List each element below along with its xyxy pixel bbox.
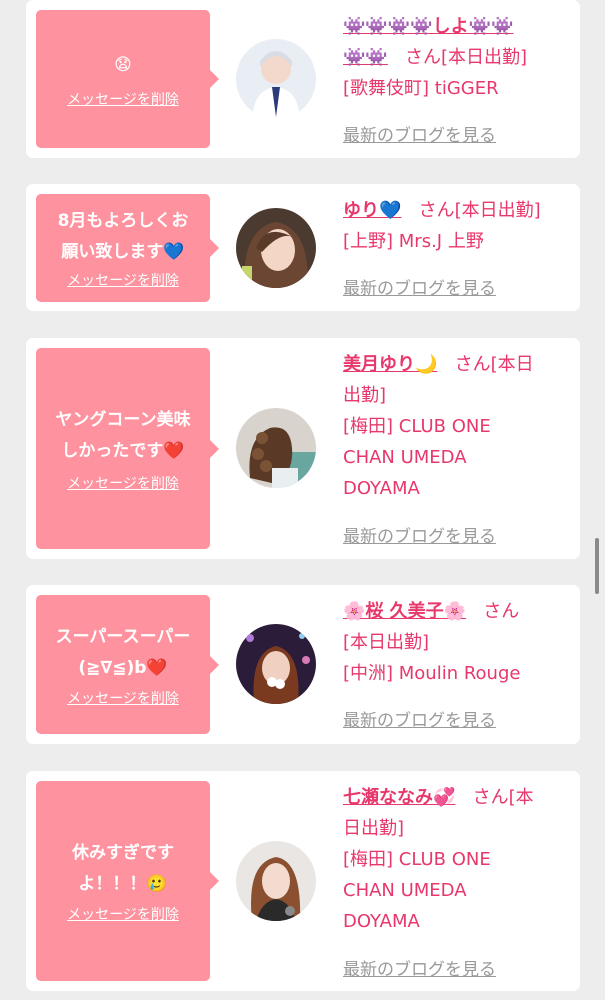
message-text: ヤングコーン美味 しかったです❤️ — [55, 409, 191, 461]
message-card: 休みすぎです よ！！！🥲 メッセージを削除 七瀬ななみ💞 さん[本 日出勤] [… — [26, 771, 580, 991]
cast-info: 👾👾👾👾しよ👾👾 👾👾 さん[本日出勤] [歌舞伎町] tiGGER — [343, 11, 571, 104]
shop-name: [梅田] CLUB ONE — [343, 849, 491, 870]
delete-message-link[interactable]: メッセージを削除 — [67, 270, 179, 290]
attendance-status: さん[本日出勤] — [405, 47, 528, 68]
avatar[interactable] — [236, 208, 316, 288]
attendance-status: さん[本日出勤] — [418, 200, 541, 221]
cast-name[interactable]: 美月ゆり🌙 — [343, 354, 437, 375]
message-text: 休みすぎです よ！！！🥲 — [72, 843, 174, 894]
message-bubble: 8月もよろしくお 願い致します💙 メッセージを削除 — [36, 194, 219, 302]
cast-info: 美月ゆり🌙 さん[本日 出勤] [梅田] CLUB ONE CHAN UMEDA… — [343, 349, 571, 504]
message-text: スーパースーパー (≧∇≦)b❤️ — [55, 626, 191, 678]
message-card: 😧 メッセージを削除 👾👾👾👾しよ👾👾 👾👾 さん[本日出勤] [歌舞伎町] t… — [26, 0, 580, 158]
shop-name: [中洲] Moulin Rouge — [343, 663, 521, 684]
cast-info: 🌸桜 久美子🌸 さん [本日出勤] [中洲] Moulin Rouge — [343, 596, 571, 689]
latest-blog-link[interactable]: 最新のブログを見る — [343, 706, 496, 731]
cast-info: 七瀬ななみ💞 さん[本 日出勤] [梅田] CLUB ONE CHAN UMED… — [343, 782, 571, 937]
message-card: ヤングコーン美味 しかったです❤️ メッセージを削除 美月ゆり🌙 さん[本日 出… — [26, 338, 580, 559]
attendance-status-cont: [本日出勤] — [343, 632, 430, 653]
message-bubble: 休みすぎです よ！！！🥲 メッセージを削除 — [36, 781, 219, 981]
avatar[interactable] — [236, 841, 316, 921]
shop-name: [歌舞伎町] tiGGER — [343, 78, 499, 99]
message-bubble: 😧 メッセージを削除 — [36, 10, 219, 148]
latest-blog-link[interactable]: 最新のブログを見る — [343, 955, 496, 980]
avatar[interactable] — [236, 408, 316, 488]
message-text: 8月もよろしくお 願い致します💙 — [57, 211, 189, 262]
avatar[interactable] — [236, 624, 316, 704]
attendance-status-cont: 出勤] — [343, 385, 387, 406]
latest-blog-link[interactable]: 最新のブログを見る — [343, 274, 496, 299]
avatar[interactable] — [236, 39, 316, 119]
shop-name: [上野] Mrs.J 上野 — [343, 231, 484, 252]
attendance-status: さん[本 — [472, 787, 534, 808]
cast-name[interactable]: ゆり💙 — [343, 200, 401, 221]
shop-name-cont: DOYAMA — [343, 911, 420, 932]
shop-name-cont: CHAN UMEDA — [343, 880, 467, 901]
attendance-status: さん — [483, 601, 520, 622]
delete-message-link[interactable]: メッセージを削除 — [67, 688, 179, 708]
message-card: 8月もよろしくお 願い致します💙 メッセージを削除 ゆり💙 さん[本日出勤] [… — [26, 184, 580, 311]
message-bubble: ヤングコーン美味 しかったです❤️ メッセージを削除 — [36, 348, 219, 549]
latest-blog-link[interactable]: 最新のブログを見る — [343, 121, 496, 146]
delete-message-link[interactable]: メッセージを削除 — [67, 904, 179, 924]
cast-name[interactable]: 🌸桜 久美子🌸 — [343, 601, 466, 622]
message-text: 😧 — [114, 54, 132, 75]
attendance-status: さん[本日 — [454, 354, 534, 375]
shop-name: [梅田] CLUB ONE — [343, 416, 491, 437]
attendance-status-cont: 日出勤] — [343, 818, 405, 839]
shop-name-cont: DOYAMA — [343, 478, 420, 499]
latest-blog-link[interactable]: 最新のブログを見る — [343, 522, 496, 547]
message-card: スーパースーパー (≧∇≦)b❤️ メッセージを削除 🌸桜 久美子🌸 さん [本… — [26, 585, 580, 744]
cast-name[interactable]: 七瀬ななみ💞 — [343, 787, 455, 808]
cast-info: ゆり💙 さん[本日出勤] [上野] Mrs.J 上野 — [343, 195, 571, 257]
cast-name[interactable]: 👾👾👾👾しよ👾👾 — [343, 16, 513, 37]
message-bubble: スーパースーパー (≧∇≦)b❤️ メッセージを削除 — [36, 595, 219, 734]
delete-message-link[interactable]: メッセージを削除 — [67, 473, 179, 493]
cast-name-cont[interactable]: 👾👾 — [343, 47, 388, 68]
delete-message-link[interactable]: メッセージを削除 — [67, 89, 179, 109]
shop-name-cont: CHAN UMEDA — [343, 447, 467, 468]
scrollbar[interactable] — [595, 538, 599, 594]
